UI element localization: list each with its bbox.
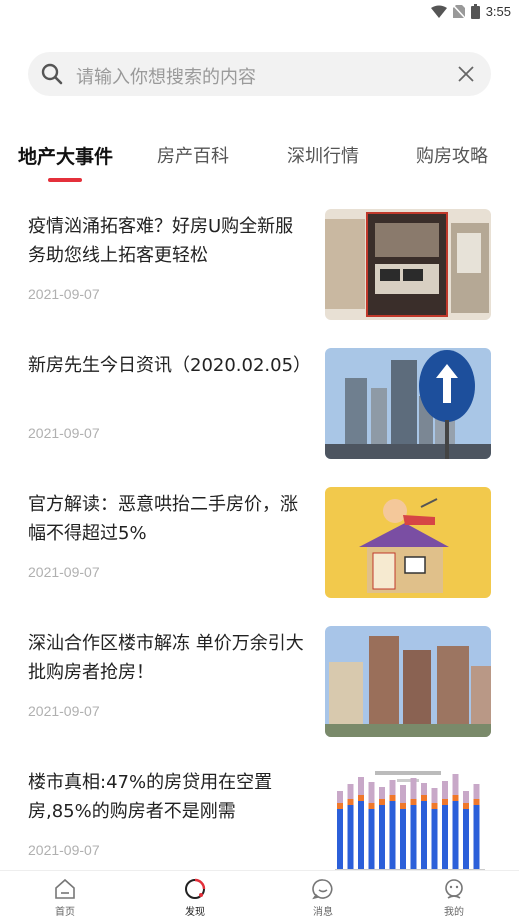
list-item[interactable]: 疫情汹涌拓客难？好房U购全新服务助您线上拓客更轻松 2021-09-07 (0, 200, 519, 330)
news-title: 楼市真相:47%的房贷用在空置房,85%的购房者不是刚需 (28, 772, 273, 822)
news-thumbnail (325, 348, 491, 459)
news-thumbnail (325, 765, 491, 876)
news-title: 疫情汹涌拓客难？好房U购全新服务助您线上拓客更轻松 (28, 216, 294, 266)
status-icons: 3:55 (430, 4, 511, 19)
category-tabs: 地产大事件 房产百科 深圳行情 购房攻略 (0, 136, 519, 184)
news-thumbnail (325, 487, 491, 598)
nav-profile-label: 我的 (444, 907, 464, 918)
wifi-icon (430, 5, 447, 18)
nav-discover-label: 发现 (185, 907, 205, 918)
active-tab-indicator (48, 178, 82, 182)
nav-messages[interactable]: 消息 (293, 877, 353, 918)
list-item[interactable]: 深汕合作区楼市解冻 单价万余引大批购房者抢房！ 2021-09-07 (0, 617, 519, 747)
nav-home-label: 首页 (55, 907, 75, 918)
news-date: 2021-09-07 (28, 286, 100, 302)
list-item[interactable]: 新房先生今日资讯（2020.02.05） 2021-09-07 (0, 339, 519, 469)
tab-property-wiki[interactable]: 房产百科 (157, 142, 229, 168)
news-date: 2021-09-07 (28, 703, 100, 719)
discover-icon (185, 878, 206, 899)
news-title: 深汕合作区楼市解冻 单价万余引大批购房者抢房！ (28, 633, 304, 683)
status-bar: 3:55 (0, 0, 519, 26)
list-item[interactable]: 楼市真相:47%的房贷用在空置房,85%的购房者不是刚需 2021-09-07 (0, 756, 519, 886)
bottom-nav: 首页 发现 消息 我的 (0, 870, 519, 924)
news-date: 2021-09-07 (28, 564, 100, 580)
news-date: 2021-09-07 (28, 425, 100, 441)
message-icon (312, 879, 333, 900)
close-icon[interactable] (457, 65, 475, 83)
news-thumbnail (325, 626, 491, 737)
tab-buying-guide[interactable]: 购房攻略 (416, 142, 488, 168)
search-input[interactable]: 请输入你想搜索的内容 (76, 63, 256, 89)
news-thumbnail (325, 209, 491, 320)
home-icon (55, 878, 75, 899)
news-title: 官方解读：恶意哄抬二手房价，涨幅不得超过5% (28, 494, 298, 544)
tab-shenzhen-market[interactable]: 深圳行情 (287, 142, 359, 168)
nav-home[interactable]: 首页 (35, 877, 95, 918)
no-sim-icon (452, 4, 465, 19)
search-icon (41, 63, 63, 85)
nav-discover[interactable]: 发现 (165, 877, 225, 918)
list-item[interactable]: 官方解读：恶意哄抬二手房价，涨幅不得超过5% 2021-09-07 (0, 478, 519, 608)
tab-real-estate-events[interactable]: 地产大事件 (18, 142, 113, 169)
search-box[interactable]: 请输入你想搜索的内容 (28, 52, 491, 96)
news-date: 2021-09-07 (28, 842, 100, 858)
nav-messages-label: 消息 (313, 907, 333, 918)
battery-icon (470, 4, 480, 19)
profile-icon (445, 879, 463, 899)
news-title: 新房先生今日资讯（2020.02.05） (28, 355, 312, 376)
status-time: 3:55 (485, 4, 511, 19)
nav-profile[interactable]: 我的 (424, 877, 484, 918)
